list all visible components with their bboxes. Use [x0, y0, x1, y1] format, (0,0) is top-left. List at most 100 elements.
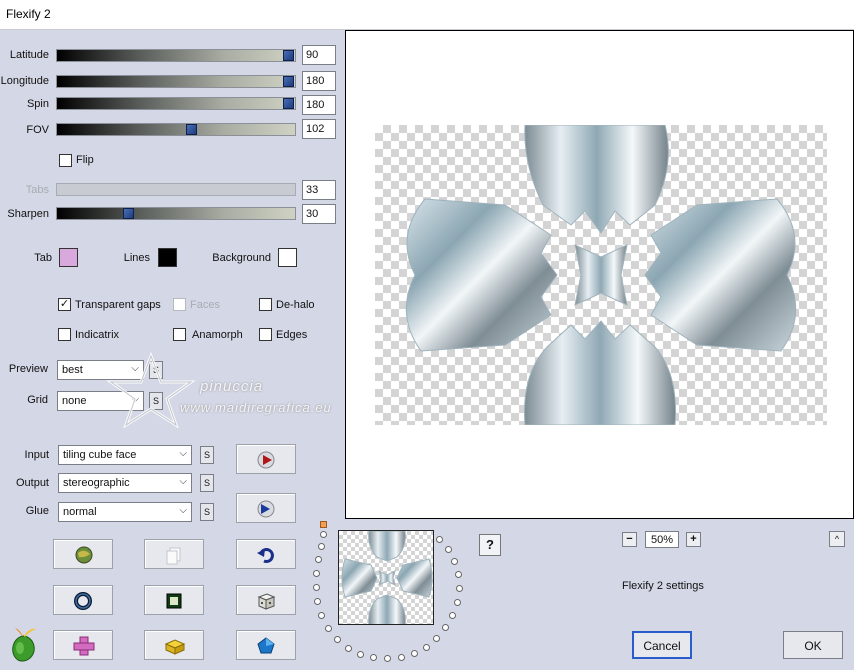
- fov-value[interactable]: 102: [302, 119, 336, 139]
- help-button[interactable]: ?: [479, 534, 501, 556]
- pentagon-button[interactable]: [236, 630, 296, 660]
- frame-dot[interactable]: [454, 599, 461, 606]
- globe-icon: [75, 546, 93, 564]
- sharpen-value[interactable]: 30: [302, 204, 336, 224]
- frame-dot[interactable]: [456, 585, 463, 592]
- cross-tile-icon: [73, 636, 95, 656]
- thumbnail-navigator[interactable]: [338, 530, 434, 625]
- output-select-value: stereographic: [63, 477, 130, 489]
- tab-color-swatch[interactable]: [59, 248, 78, 267]
- frame-dot[interactable]: [398, 654, 405, 661]
- zoom-level: 50%: [645, 531, 679, 548]
- frame-dot[interactable]: [411, 650, 418, 657]
- edges-checkbox[interactable]: [259, 328, 272, 341]
- spin-slider-thumb[interactable]: [283, 98, 294, 109]
- anamorph-checkbox[interactable]: [173, 328, 186, 341]
- play-disc-icon: [257, 451, 275, 469]
- zoom-out-button[interactable]: −: [622, 532, 637, 547]
- ring-icon: [74, 592, 92, 610]
- frame-dot[interactable]: [320, 531, 327, 538]
- cancel-button[interactable]: Cancel: [632, 631, 692, 659]
- watermark-name: pinuccia: [200, 378, 264, 395]
- faces-label: Faces: [190, 299, 220, 311]
- frame-dot[interactable]: [384, 655, 391, 662]
- frame-dot-start[interactable]: [320, 521, 327, 528]
- de-halo-label: De-halo: [276, 299, 315, 311]
- output-s-button[interactable]: S: [200, 474, 214, 492]
- frame-dot[interactable]: [357, 651, 364, 658]
- longitude-value[interactable]: 180: [302, 71, 336, 91]
- preview-canvas[interactable]: [345, 30, 854, 519]
- latitude-label: Latitude: [9, 49, 49, 61]
- collapse-button[interactable]: ^: [829, 531, 845, 547]
- frame-dot[interactable]: [445, 546, 452, 553]
- frame-dot[interactable]: [451, 558, 458, 565]
- input-select-label: Input: [24, 449, 49, 461]
- frame-dot[interactable]: [442, 624, 449, 631]
- spin-slider[interactable]: [56, 97, 296, 110]
- dice-icon: [257, 593, 276, 610]
- indicatrix-checkbox[interactable]: [58, 328, 71, 341]
- frame-dot[interactable]: [370, 654, 377, 661]
- frame-dot[interactable]: [313, 584, 320, 591]
- tile-button[interactable]: [53, 630, 113, 660]
- open-preset-button[interactable]: [53, 539, 113, 569]
- random-button[interactable]: [236, 585, 296, 615]
- spin-value[interactable]: 180: [302, 95, 336, 115]
- frame-dot[interactable]: [318, 612, 325, 619]
- zoom-in-button[interactable]: +: [686, 532, 701, 547]
- spin-label: Spin: [26, 98, 49, 110]
- undo-button[interactable]: [236, 539, 296, 569]
- render-button[interactable]: [236, 444, 296, 474]
- latitude-slider[interactable]: [56, 49, 296, 62]
- fov-slider-thumb[interactable]: [186, 124, 197, 135]
- frame-dot[interactable]: [325, 625, 332, 632]
- frame-dot[interactable]: [433, 635, 440, 642]
- de-halo-checkbox[interactable]: [259, 298, 272, 311]
- glue-select[interactable]: normal ⌵: [58, 502, 192, 522]
- background-color-swatch[interactable]: [278, 248, 297, 267]
- background-color-label: Background: [212, 252, 271, 264]
- frame-dot[interactable]: [318, 543, 325, 550]
- play-button[interactable]: [236, 493, 296, 523]
- frame-dot[interactable]: [314, 598, 321, 605]
- frame-dot[interactable]: [423, 644, 430, 651]
- frame-dot[interactable]: [315, 556, 322, 563]
- latitude-value[interactable]: 90: [302, 45, 336, 65]
- lego-brick-icon: [164, 639, 186, 655]
- glue-select-value: normal: [63, 506, 97, 518]
- sharpen-slider[interactable]: [56, 207, 296, 220]
- fov-slider[interactable]: [56, 123, 296, 136]
- chevron-down-icon: ⌵: [179, 476, 187, 487]
- transparent-gaps-checkbox[interactable]: ✓: [58, 298, 71, 311]
- sharpen-slider-thumb[interactable]: [123, 208, 134, 219]
- input-s-button[interactable]: S: [200, 446, 214, 464]
- copy-button[interactable]: [144, 539, 204, 569]
- input-select[interactable]: tiling cube face ⌵: [58, 445, 192, 465]
- flip-checkbox[interactable]: [59, 154, 72, 167]
- longitude-slider-thumb[interactable]: [283, 76, 294, 87]
- preview-select-label: Preview: [8, 363, 48, 375]
- frame-dot[interactable]: [334, 636, 341, 643]
- frame-dot[interactable]: [455, 571, 462, 578]
- frame-button[interactable]: [144, 585, 204, 615]
- frame-dot[interactable]: [313, 570, 320, 577]
- output-select[interactable]: stereographic ⌵: [58, 473, 192, 493]
- ring-button[interactable]: [53, 585, 113, 615]
- block-button[interactable]: [144, 630, 204, 660]
- glue-s-button[interactable]: S: [200, 503, 214, 521]
- tab-color-label: Tab: [34, 252, 52, 264]
- tabs-slider: [56, 183, 296, 196]
- edges-label: Edges: [276, 329, 308, 341]
- lines-color-swatch[interactable]: [158, 248, 177, 267]
- latitude-slider-thumb[interactable]: [283, 50, 294, 61]
- ok-button[interactable]: OK: [783, 631, 843, 659]
- frame-dot[interactable]: [345, 645, 352, 652]
- grid-select-value: none: [62, 395, 87, 407]
- frame-dot[interactable]: [449, 612, 456, 619]
- tabs-label: Tabs: [25, 184, 49, 196]
- longitude-slider[interactable]: [56, 75, 296, 88]
- chevron-down-icon: ⌵: [179, 505, 187, 516]
- lines-color-label: Lines: [123, 252, 150, 264]
- frame-dot[interactable]: [436, 536, 443, 543]
